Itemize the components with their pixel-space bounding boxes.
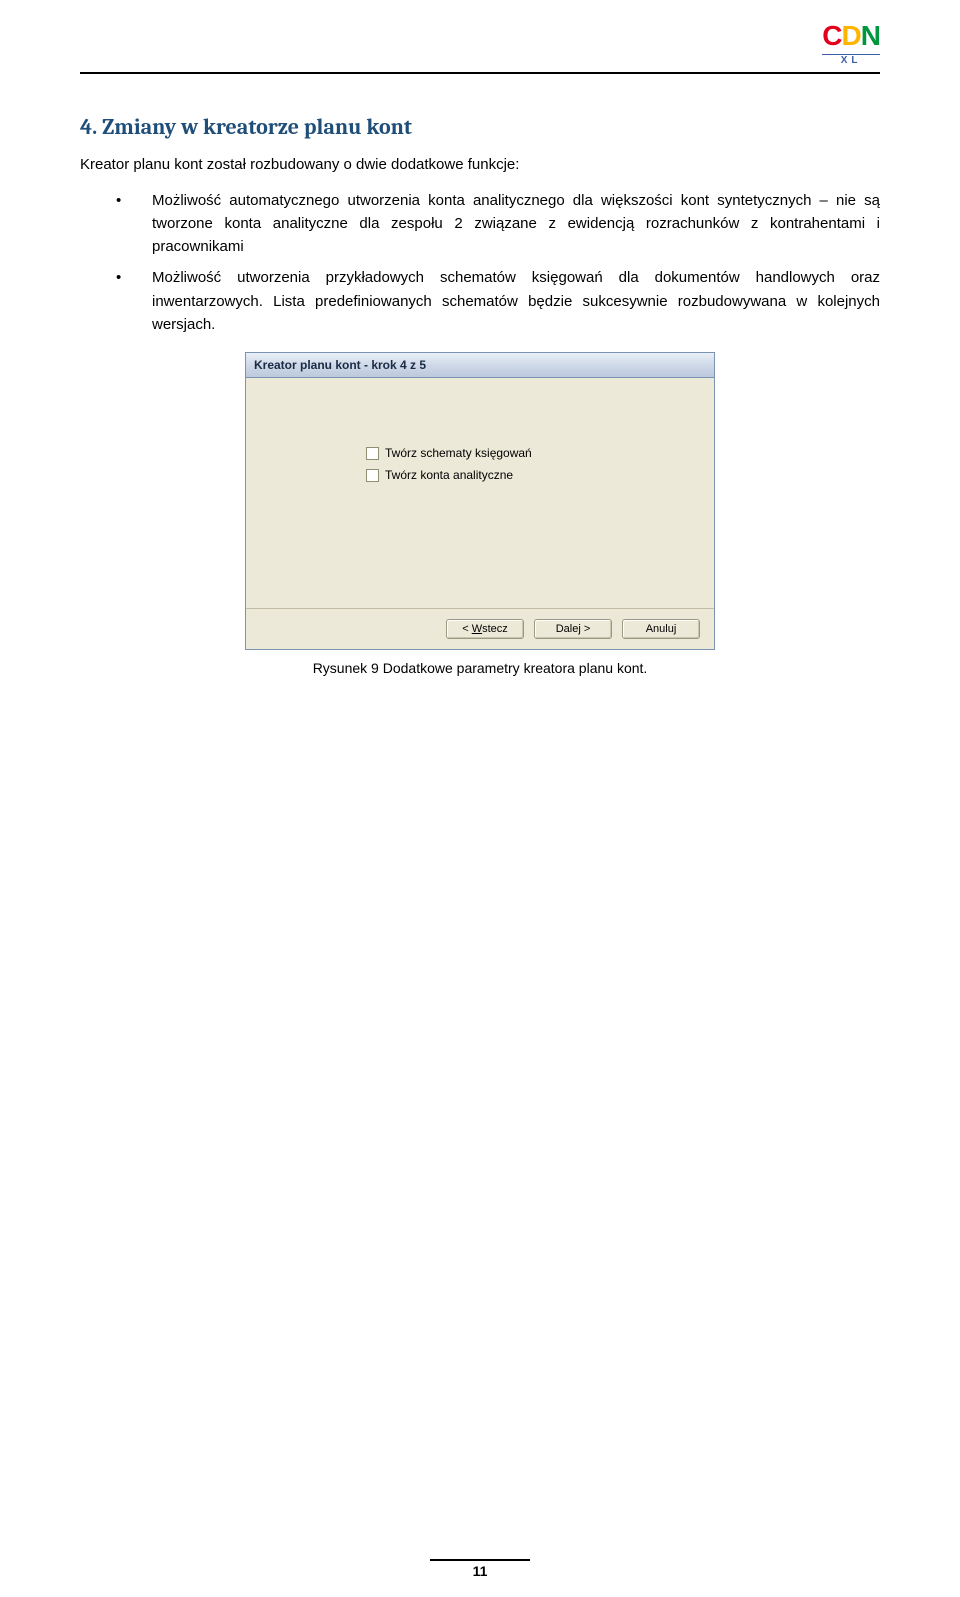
figure: Kreator planu kont - krok 4 z 5 Twórz sc…	[80, 352, 880, 676]
wizard-dialog: Kreator planu kont - krok 4 z 5 Twórz sc…	[245, 352, 715, 650]
header-row: CDN XL	[80, 20, 880, 72]
logo-xl: XL	[822, 54, 880, 66]
page-number-value: 11	[473, 1563, 488, 1579]
back-button-pre: <	[462, 623, 471, 635]
document-page: CDN XL 4. Zmiany w kreatorze planu kont …	[0, 0, 960, 746]
page-number: 11	[0, 1559, 960, 1579]
logo-letter-c: C	[822, 20, 841, 51]
checkbox-label: Twórz konta analityczne	[385, 468, 513, 482]
checkbox-label: Twórz schematy księgowań	[385, 446, 532, 460]
wizard-button-row: < Wstecz Dalej > Anuluj	[246, 608, 714, 649]
header-divider	[80, 72, 880, 74]
section-heading: 4. Zmiany w kreatorze planu kont	[80, 114, 880, 140]
list-item: Możliwość utworzenia przykładowych schem…	[116, 266, 880, 336]
intro-paragraph: Kreator planu kont został rozbudowany o …	[80, 154, 880, 177]
list-item-text: Możliwość automatycznego utworzenia kont…	[152, 192, 880, 256]
checkbox-row-schematy[interactable]: Twórz schematy księgowań	[366, 446, 694, 460]
figure-caption: Rysunek 9 Dodatkowe parametry kreatora p…	[313, 660, 648, 676]
checkbox-icon[interactable]	[366, 447, 379, 460]
back-button-post: stecz	[482, 623, 508, 635]
logo-text: CDN	[822, 20, 880, 51]
cancel-button[interactable]: Anuluj	[622, 619, 700, 639]
back-button[interactable]: < Wstecz	[446, 619, 524, 639]
logo-letter-d: D	[842, 20, 861, 51]
checkbox-icon[interactable]	[366, 469, 379, 482]
list-item-text: Możliwość utworzenia przykładowych schem…	[152, 269, 880, 333]
back-button-underline: W	[472, 623, 482, 635]
logo-letter-n: N	[861, 20, 880, 51]
page-number-bar	[430, 1559, 530, 1561]
logo: CDN XL	[822, 20, 880, 66]
list-item: Możliwość automatycznego utworzenia kont…	[116, 189, 880, 259]
bullet-list: Możliwość automatycznego utworzenia kont…	[80, 189, 880, 337]
wizard-titlebar: Kreator planu kont - krok 4 z 5	[246, 353, 714, 378]
next-button[interactable]: Dalej >	[534, 619, 612, 639]
checkbox-row-analityczne[interactable]: Twórz konta analityczne	[366, 468, 694, 482]
wizard-body: Twórz schematy księgowań Twórz konta ana…	[246, 378, 714, 608]
